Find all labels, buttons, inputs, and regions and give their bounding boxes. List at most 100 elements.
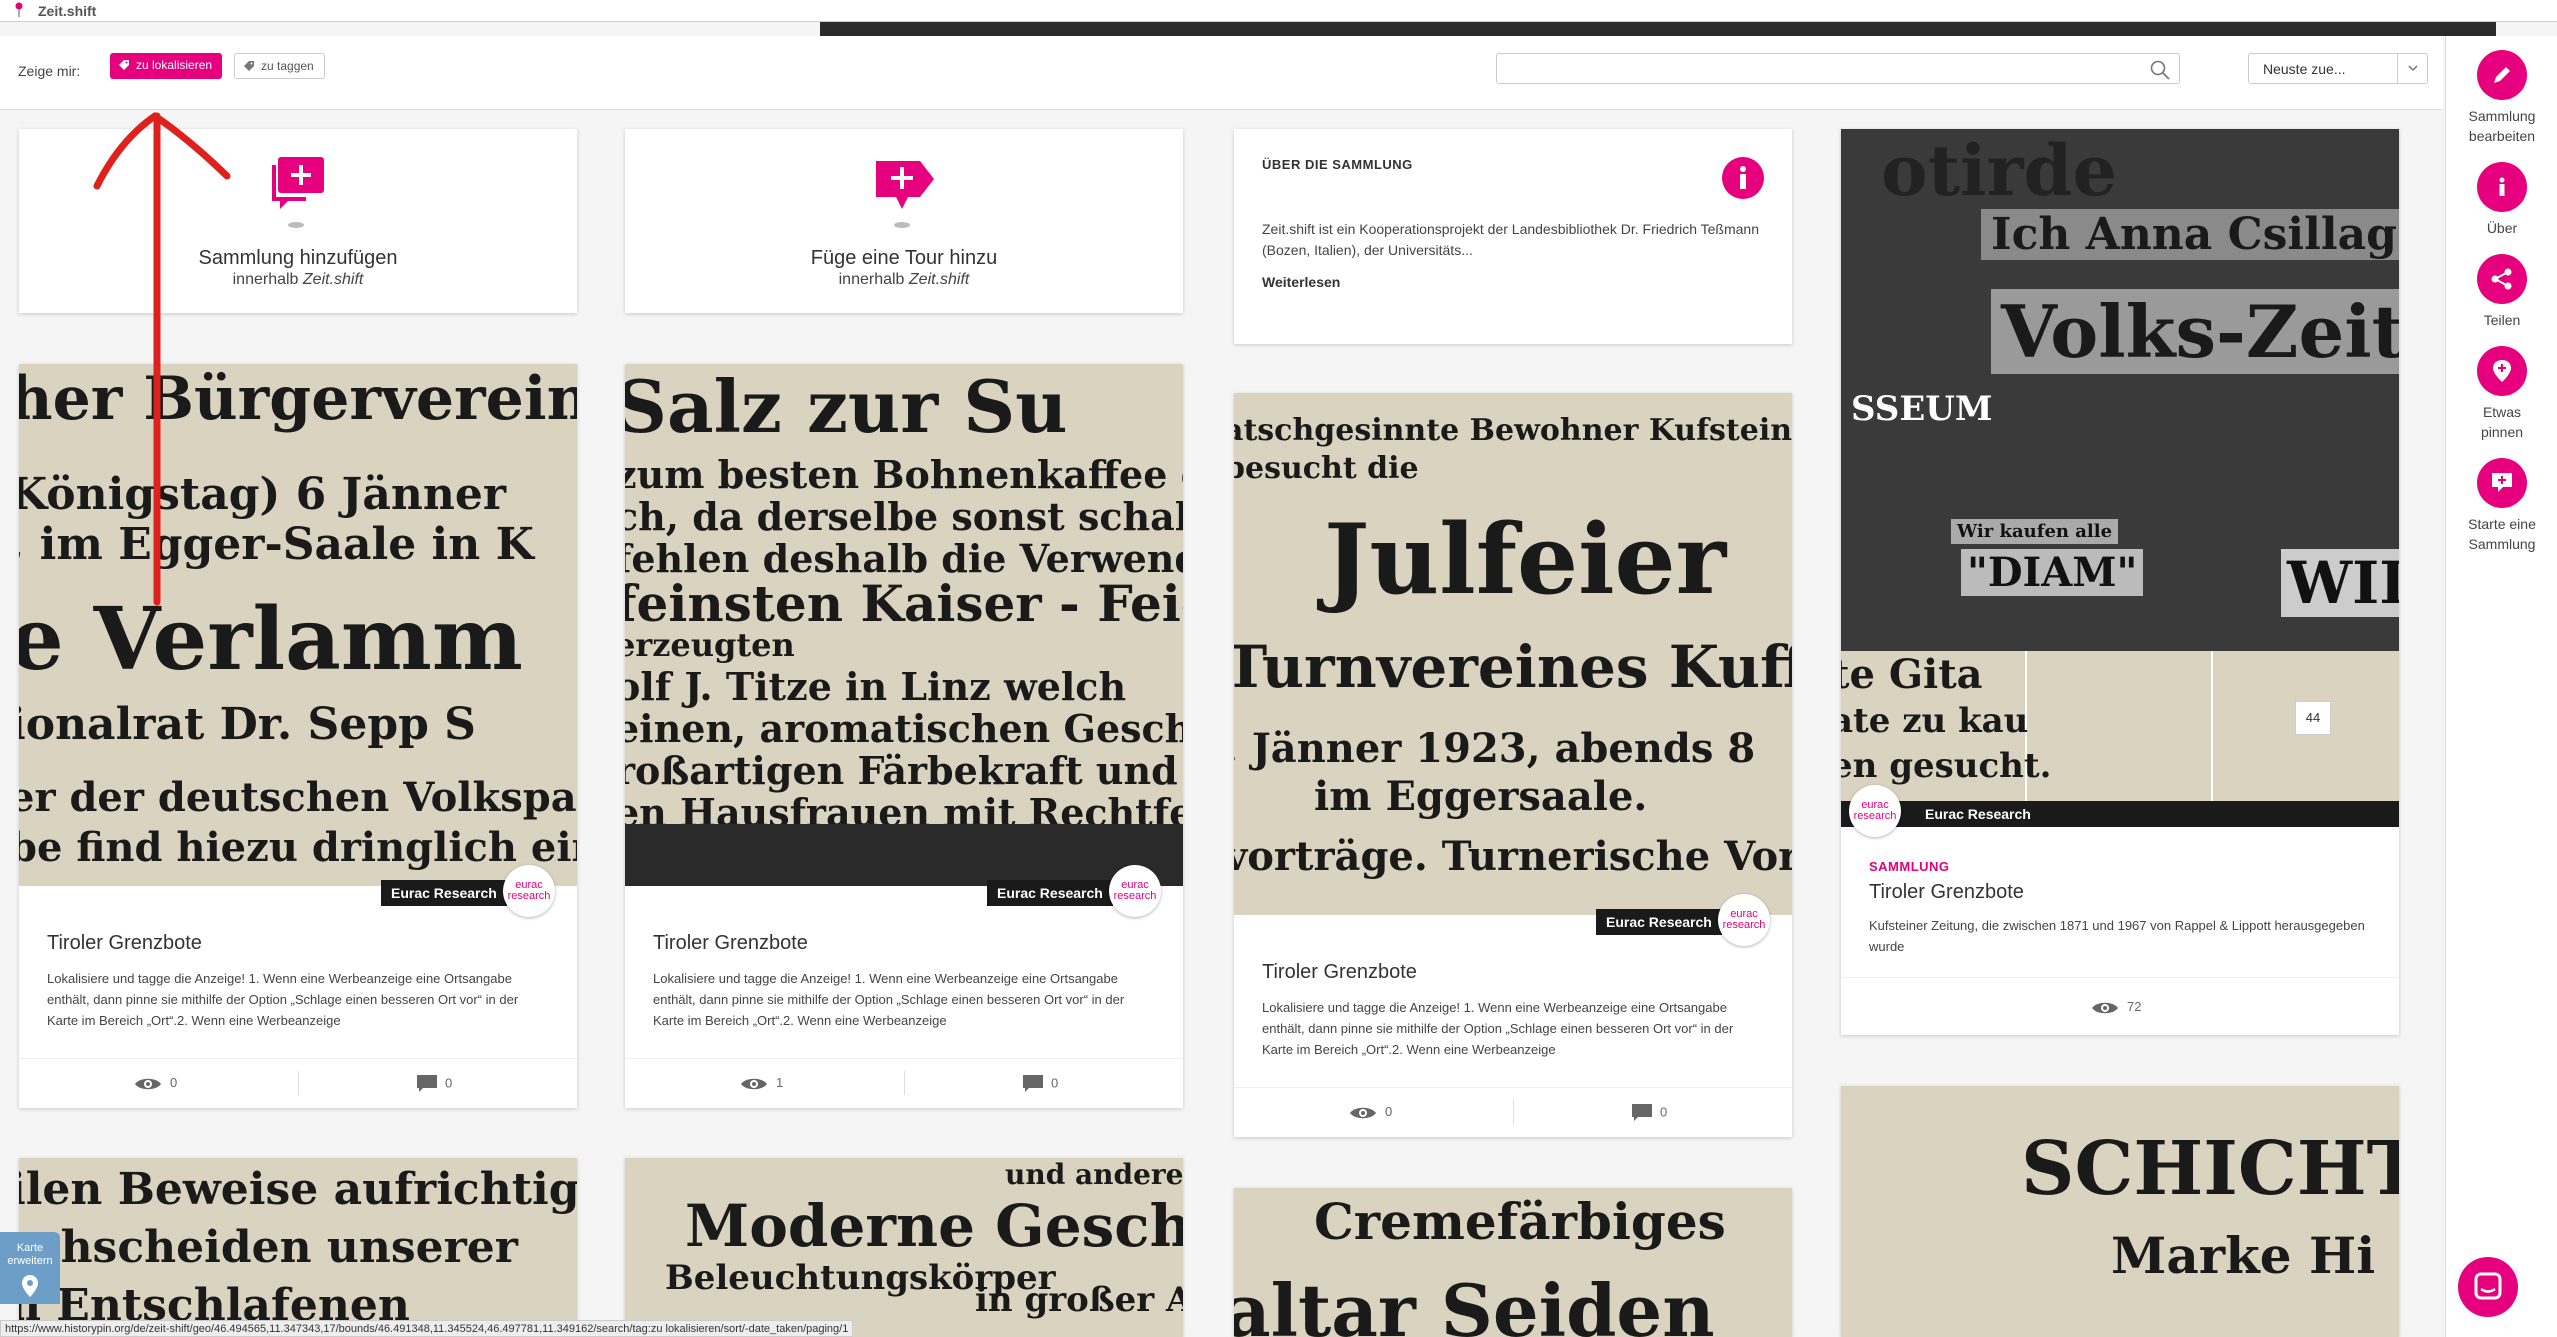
app-title[interactable]: Zeit.shift xyxy=(38,3,96,19)
image-text: en gesucht. xyxy=(1841,746,2052,786)
start-collection-button[interactable]: Starte eine Sammlung xyxy=(2446,458,2557,554)
card-title[interactable]: Tiroler Grenzbote xyxy=(1262,961,1417,984)
collection-title[interactable]: Tiroler Grenzbote xyxy=(1869,881,2024,904)
subtitle-name: Zeit.shift xyxy=(302,271,364,288)
chat-button[interactable] xyxy=(2458,1257,2518,1317)
owner-badge[interactable]: Eurac Research xyxy=(1596,909,1722,935)
card-description: Lokalisiere und tagge die Anzeige! 1. We… xyxy=(47,971,519,1028)
owner-badge[interactable]: Eurac Research xyxy=(987,880,1113,906)
image-text: SCHICHT- xyxy=(2021,1126,2399,1212)
image-text: . Jänner 1923, abends 8 xyxy=(1234,725,1756,772)
card-title[interactable]: Tiroler Grenzbote xyxy=(653,932,808,955)
edit-collection-label: Sammlung bearbeiten xyxy=(2468,108,2536,144)
add-collection-card[interactable]: Sammlung hinzufügen innerhalb Zeit.shift xyxy=(19,129,577,313)
image-text: Salz zur Su xyxy=(625,364,1068,449)
item-card[interactable]: ilen Beweise aufrichtig schscheiden unse… xyxy=(19,1158,577,1337)
item-card[interactable]: Salz zur Su zum besten Bohnenkaffee ein … xyxy=(625,364,1183,1108)
pin-something-label: Etwas pinnen xyxy=(2480,404,2524,440)
card-footer: 1 0 xyxy=(625,1058,1183,1108)
subtitle-prefix: innerhalb xyxy=(838,271,909,288)
collection-image[interactable]: otirde Ich Anna Csillag Volks-Zeitung SS… xyxy=(1841,129,2399,651)
image-text: ch, da derselbe sonst schal und lee xyxy=(625,494,1183,539)
views-stat: 1 xyxy=(740,1075,783,1092)
pin-something-button[interactable]: Etwas pinnen xyxy=(2446,346,2557,442)
image-text: atschgesinnte Bewohner Kufsteins xyxy=(1234,413,1792,448)
divider xyxy=(904,1071,905,1095)
item-card[interactable]: atschgesinnte Bewohner Kufsteins besucht… xyxy=(1234,393,1792,1137)
tag-icon xyxy=(244,61,254,71)
owner-badge[interactable]: Eurac Research xyxy=(1915,801,2041,827)
start-collection-label: Starte eine Sammlung xyxy=(2468,516,2536,552)
tag-icon xyxy=(119,60,129,70)
eye-icon xyxy=(741,1078,767,1089)
image-text: er der deutschen Volkspa xyxy=(19,774,577,821)
thumb-divider xyxy=(2211,651,2213,801)
card-description: Lokalisiere und tagge die Anzeige! 1. We… xyxy=(653,971,1125,1028)
info-icon[interactable] xyxy=(1722,157,1764,199)
image-text: olf J. Titze in Linz welch xyxy=(625,664,1127,709)
eurac-logo[interactable]: eurac research xyxy=(503,865,555,917)
image-text: Ich Anna Csillag xyxy=(1981,209,2399,260)
read-more-link[interactable]: Weiterlesen xyxy=(1262,274,1340,290)
card-title[interactable]: Tiroler Grenzbote xyxy=(47,932,202,955)
eye-icon xyxy=(2092,1002,2118,1013)
image-text: Cremefärbiges xyxy=(1314,1192,1726,1251)
card-image[interactable]: Salz zur Su zum besten Bohnenkaffee ein … xyxy=(625,364,1183,886)
item-count-badge: 44 xyxy=(2295,701,2331,735)
add-collection-title: Sammlung hinzufügen xyxy=(198,247,398,269)
comments-count: 0 xyxy=(1051,1075,1059,1091)
subtitle-prefix: innerhalb xyxy=(232,271,303,288)
card-image[interactable]: atschgesinnte Bewohner Kufsteins besucht… xyxy=(1234,393,1792,915)
image-text: Marke Hi xyxy=(2111,1226,2376,1285)
collection-type-label: SAMMLUNG xyxy=(1869,859,1950,874)
card-image[interactable]: her Bürgerverein i Königstag) 6 Jänner ,… xyxy=(19,364,577,886)
image-text: te Gita xyxy=(1841,651,1983,698)
card-footer: 0 0 xyxy=(1234,1087,1792,1137)
eurac-logo[interactable]: eurac research xyxy=(1849,785,1901,837)
image-text: im Eggersaale. xyxy=(1314,773,1648,820)
image-text: , im Egger-Saale in K xyxy=(19,519,534,570)
image-text: Volks-Zeitung xyxy=(1991,289,2399,374)
about-button[interactable]: Über xyxy=(2446,162,2557,238)
card-image[interactable]: und andere Moderne Gesch Beleuchtungskör… xyxy=(625,1158,1183,1337)
views-count: 72 xyxy=(2127,999,2142,1014)
sort-select-value: Neuste zue... xyxy=(2263,61,2346,77)
add-tour-card[interactable]: Füge eine Tour hinzu innerhalb Zeit.shif… xyxy=(625,129,1183,313)
filter-chip-localize[interactable]: zu lokalisieren xyxy=(110,53,223,79)
image-text: ionalrat Dr. Sepp S xyxy=(19,699,476,750)
search-icon xyxy=(2150,60,2170,80)
subtitle-name: Zeit.shift xyxy=(908,271,970,288)
item-card[interactable]: und andere Moderne Gesch Beleuchtungskör… xyxy=(625,1158,1183,1337)
comments-stat: 0 xyxy=(1632,1104,1667,1122)
sort-select[interactable]: Neuste zue... xyxy=(2248,53,2428,84)
item-card[interactable]: her Bürgerverein i Königstag) 6 Jänner ,… xyxy=(19,364,577,1108)
image-text: feinsten Kaiser - Feigen xyxy=(625,574,1183,633)
card-image[interactable]: Cremefärbiges altar Seiden xyxy=(1234,1188,1792,1337)
collection-card[interactable]: otirde Ich Anna Csillag Volks-Zeitung SS… xyxy=(1841,129,2399,1035)
item-card[interactable]: Cremefärbiges altar Seiden xyxy=(1234,1188,1792,1337)
add-collection-subtitle: innerhalb Zeit.shift xyxy=(19,271,577,289)
item-card[interactable]: SCHICHT- Marke Hi xyxy=(1841,1086,2399,1337)
share-icon xyxy=(2477,254,2527,304)
add-tour-title: Füge eine Tour hinzu xyxy=(810,247,998,269)
image-text: be find hiezu dringlich ein xyxy=(19,824,577,871)
info-icon xyxy=(2477,162,2527,212)
edit-collection-button[interactable]: Sammlung bearbeiten xyxy=(2446,50,2557,146)
owner-badge[interactable]: Eurac Research xyxy=(381,880,507,906)
add-collection-icon xyxy=(2477,458,2527,508)
pencil-icon xyxy=(2477,50,2527,100)
right-sidebar: Sammlung bearbeiten Über Teilen Etwas pi… xyxy=(2445,36,2557,1337)
expand-map-button[interactable]: Karte erweitern xyxy=(0,1232,60,1304)
image-text: einen, aromatischen Geschmack xyxy=(625,706,1183,751)
card-image[interactable]: SCHICHT- Marke Hi xyxy=(1841,1086,2399,1337)
card-image[interactable]: ilen Beweise aufrichtig schscheiden unse… xyxy=(19,1158,577,1337)
image-text: zum besten Bohnenkaffee ein gu xyxy=(625,452,1183,497)
eurac-logo[interactable]: eurac research xyxy=(1109,865,1161,917)
share-button[interactable]: Teilen xyxy=(2446,254,2557,330)
eurac-logo[interactable]: eurac research xyxy=(1718,894,1770,946)
filter-chip-tag[interactable]: zu taggen xyxy=(234,53,325,79)
eye-icon xyxy=(135,1078,161,1089)
search-input[interactable] xyxy=(1496,53,2180,84)
views-stat: 0 xyxy=(134,1075,177,1092)
comments-stat: 0 xyxy=(1023,1075,1058,1093)
